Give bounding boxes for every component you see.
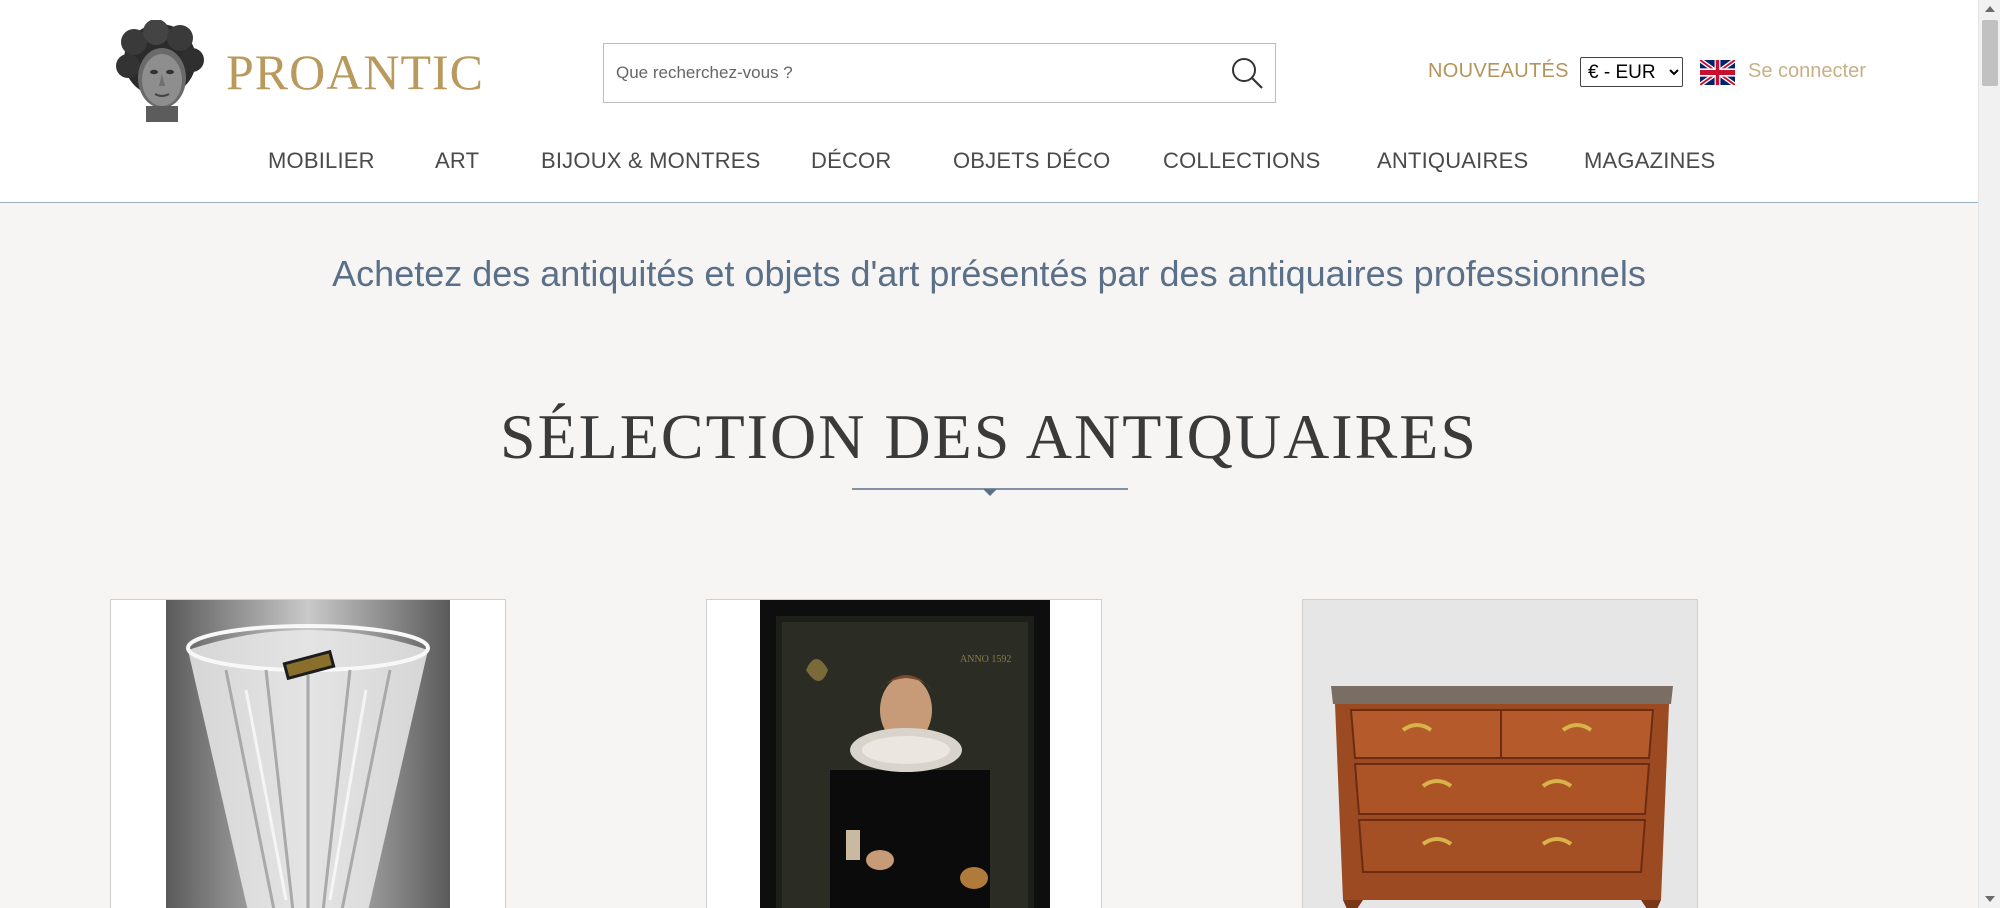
crystal-vase-image (166, 600, 450, 908)
nav-item-antiquaires[interactable]: ANTIQUAIRES (1377, 148, 1528, 174)
product-card[interactable]: ANNO 1592 (706, 599, 1102, 908)
nav-item-collections[interactable]: COLLECTIONS (1163, 148, 1320, 174)
page-scrollbar[interactable] (1978, 0, 2000, 908)
search-input[interactable] (604, 44, 1219, 102)
scroll-down-arrow-icon[interactable] (1979, 890, 2000, 908)
nav-item-decor[interactable]: DÉCOR (811, 148, 891, 174)
scroll-up-arrow-icon[interactable] (1979, 0, 2000, 18)
marble-top-commode-image (1303, 600, 1697, 908)
nav-item-bijoux-montres[interactable]: BIJOUX & MONTRES (541, 148, 761, 174)
login-link[interactable]: Se connecter (1748, 60, 1866, 83)
product-card[interactable] (1302, 599, 1698, 908)
nav-item-magazines[interactable]: MAGAZINES (1584, 148, 1715, 174)
nav-item-objets-deco[interactable]: OBJETS DÉCO (953, 148, 1110, 174)
nav-item-art[interactable]: ART (435, 148, 479, 174)
ruff-portrait-painting-image: ANNO 1592 (760, 600, 1050, 908)
currency-select[interactable]: € - EUR (1580, 57, 1683, 87)
site-logo[interactable]: PROANTIC (110, 20, 484, 124)
nav-item-mobilier[interactable]: MOBILIER (268, 148, 375, 174)
uk-flag-icon[interactable] (1700, 60, 1735, 85)
sculpted-head-logo-icon (116, 20, 204, 122)
main-nav: MOBILIER ART BIJOUX & MONTRES DÉCOR OBJE… (0, 148, 1978, 178)
title-divider (852, 488, 1128, 496)
search-bar (603, 43, 1276, 103)
site-tagline: Achetez des antiquités et objets d'art p… (332, 253, 1646, 294)
search-button[interactable] (1219, 44, 1275, 102)
svg-text:ANNO 1592: ANNO 1592 (960, 654, 1011, 665)
section-title: SÉLECTION DES ANTIQUAIRES (500, 401, 1478, 472)
new-arrivals-link[interactable]: NOUVEAUTÉS (1428, 60, 1569, 83)
product-card[interactable] (110, 599, 506, 908)
site-header: PROANTIC NOUVEAUTÉS € - EUR Se connecter… (0, 0, 1978, 203)
search-icon (1232, 58, 1263, 89)
logo-wordmark: PROANTIC (226, 44, 485, 100)
scrollbar-thumb[interactable] (1982, 20, 1998, 86)
